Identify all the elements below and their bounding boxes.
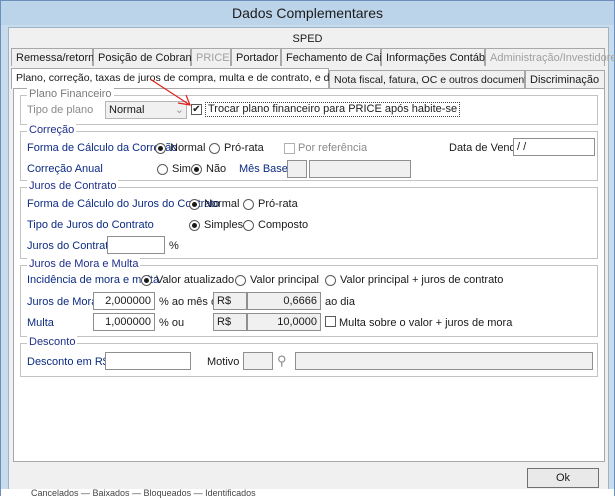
group-correcao: Correção Forma de Cálculo da Correção No… <box>20 124 598 181</box>
juros-prorata-radio[interactable] <box>243 199 254 210</box>
tipo-plano-value: Normal <box>109 104 145 116</box>
juros-contrato-input[interactable] <box>107 236 165 254</box>
pct-ou-label: % ou <box>159 317 185 329</box>
multa-label: Multa <box>27 317 54 329</box>
window-title: Dados Complementares <box>1 1 614 25</box>
search-icon[interactable]: ⚲ <box>277 352 293 370</box>
group-title-juros-contrato: Juros de Contrato <box>27 180 119 192</box>
tab-panel: Plano Financeiro Tipo de plano Normal ⌄ … <box>13 78 605 462</box>
juros-composto-radio[interactable] <box>243 220 254 231</box>
juros-simples-radio[interactable] <box>189 220 200 231</box>
tab-price[interactable]: PRICE <box>191 48 231 66</box>
juros-dia-input[interactable]: 0,6666 <box>247 292 321 310</box>
tab-posicao-cobranca[interactable]: Posição de Cobrança <box>93 48 203 66</box>
valor-atualizado-label: Valor atualizado <box>156 274 235 286</box>
valor-atualizado-radio[interactable] <box>141 275 152 286</box>
valor-principal-juros-radio[interactable] <box>325 275 336 286</box>
motivo-code-input[interactable] <box>243 352 273 370</box>
juros-normal-radio[interactable] <box>189 199 200 210</box>
correcao-anual-nao-radio[interactable] <box>191 164 202 175</box>
motivo-label: Motivo <box>207 356 240 368</box>
correcao-prorata-label: Pró-rata <box>224 142 264 154</box>
ok-button[interactable]: Ok <box>527 468 599 488</box>
mes-base-input-1[interactable] <box>287 160 307 178</box>
juros-composto-label: Composto <box>258 219 309 231</box>
correcao-anual-sim-label: Sim <box>172 163 191 175</box>
dialog-client: SPED Remessa/retorno Posição de Cobrança… <box>8 27 615 491</box>
tipo-plano-label: Tipo de plano <box>27 104 94 116</box>
multa-sobre-checkbox[interactable] <box>325 316 336 327</box>
tab-discriminacao[interactable]: Discriminação <box>525 70 605 88</box>
correcao-normal-label: Normal <box>170 142 206 154</box>
group-desconto: Desconto Desconto em R$ Motivo ⚲ <box>20 336 598 377</box>
juros-contrato-percent: % <box>169 240 179 252</box>
multa-rs-prefix: R$ <box>213 313 247 331</box>
juros-rs-prefix: R$ <box>213 292 247 310</box>
por-referencia-label: Por referência <box>298 142 368 154</box>
por-referencia-checkbox[interactable] <box>284 143 295 154</box>
group-title-correcao: Correção <box>27 124 77 136</box>
valor-principal-label: Valor principal <box>250 274 319 286</box>
tab-portador[interactable]: Portador <box>231 48 281 66</box>
tab-sped[interactable]: SPED <box>9 30 606 48</box>
correcao-normal-radio[interactable] <box>155 143 166 154</box>
group-juros-contrato: Juros de Contrato Forma de Cálculo do Ju… <box>20 180 598 259</box>
multa-sobre-label: Multa sobre o valor + juros de mora <box>339 317 513 329</box>
tab-nota-fiscal[interactable]: Nota fiscal, fatura, OC e outros documen… <box>329 70 538 88</box>
ao-dia-label: ao dia <box>325 296 355 308</box>
correcao-anual-sim-radio[interactable] <box>157 164 168 175</box>
desconto-input[interactable] <box>105 352 191 370</box>
incidencia-label: Incidência de mora e multa <box>27 274 160 286</box>
data-venda-label: Data de Venda <box>449 142 522 154</box>
juros-mora-label: Juros de Mora <box>27 296 98 308</box>
annotation-arrow-icon <box>149 78 191 106</box>
correcao-prorata-radio[interactable] <box>209 143 220 154</box>
mes-base-label: Mês Base <box>239 163 288 175</box>
group-title-mora: Juros de Mora e Multa <box>27 258 141 270</box>
valor-principal-juros-label: Valor principal + juros de contrato <box>340 274 504 286</box>
dialog-window: Dados Complementares SPED Remessa/retorn… <box>0 0 615 498</box>
correcao-anual-nao-label: Não <box>206 163 227 175</box>
group-title-desconto: Desconto <box>27 336 78 348</box>
motivo-description-input[interactable] <box>295 352 593 370</box>
tab-administracao-investidores[interactable]: Administração/Investidores <box>485 48 615 66</box>
juros-prorata-label: Pró-rata <box>258 198 298 210</box>
trocar-price-label: Trocar plano financeiro para PRICE após … <box>205 102 461 117</box>
group-juros-mora: Juros de Mora e Multa Incidência de mora… <box>20 258 598 337</box>
multa-rs-input[interactable]: 10,0000 <box>247 313 321 331</box>
mes-base-input-2[interactable] <box>309 160 411 178</box>
multa-input[interactable]: 1,000000 <box>93 313 155 331</box>
juros-normal-label: Normal <box>204 198 240 210</box>
valor-principal-radio[interactable] <box>235 275 246 286</box>
tab-informacoes-contabeis[interactable]: Informações Contábeis <box>381 48 499 66</box>
correcao-anual-label: Correção Anual <box>27 163 103 175</box>
tipo-juros-label: Tipo de Juros do Contrato <box>27 219 154 231</box>
data-venda-input[interactable]: / / <box>513 138 595 156</box>
juros-contrato-label: Juros do Contrato <box>27 240 115 252</box>
juros-simples-label: Simples <box>204 219 244 231</box>
desconto-label: Desconto em R$ <box>27 356 109 368</box>
group-title-plano: Plano Financeiro <box>27 88 114 100</box>
juros-mora-input[interactable]: 2,000000 <box>93 292 155 310</box>
tab-fechamento-caixa[interactable]: Fechamento de Caixa <box>281 48 394 66</box>
group-plano-financeiro: Plano Financeiro Tipo de plano Normal ⌄ … <box>20 88 598 125</box>
tab-remessa-retorno[interactable]: Remessa/retorno <box>11 48 100 66</box>
